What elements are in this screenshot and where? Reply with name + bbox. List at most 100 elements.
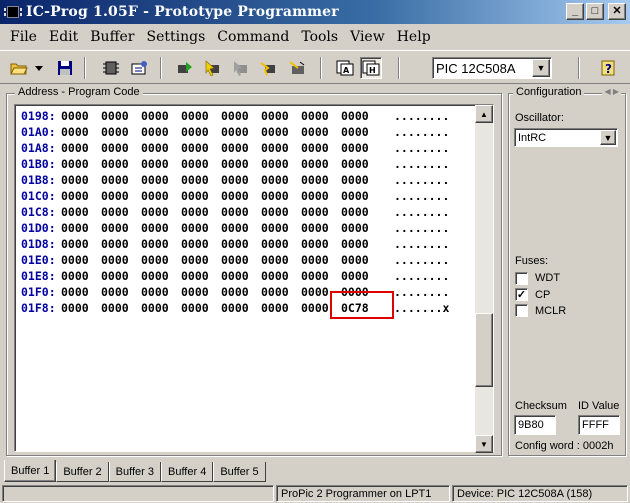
verify-device-icon[interactable] — [258, 57, 280, 79]
hex-word[interactable]: 0000 — [101, 268, 141, 284]
hex-word[interactable]: 0000 — [101, 284, 141, 300]
hex-word[interactable]: 0000 — [61, 108, 101, 124]
tab-buffer-1[interactable]: Buffer 1 — [4, 460, 57, 482]
minimize-button[interactable]: _ — [566, 3, 584, 20]
hex-word[interactable]: 0000 — [261, 140, 301, 156]
id-value-field[interactable]: FFFF — [578, 415, 620, 435]
menu-help[interactable]: Help — [391, 29, 437, 45]
hex-word[interactable]: 0000 — [61, 252, 101, 268]
hex-word[interactable]: 0000 — [301, 268, 341, 284]
menu-view[interactable]: View — [344, 29, 391, 45]
hex-word[interactable]: 0000 — [341, 268, 381, 284]
hex-word[interactable]: 0000 — [301, 156, 341, 172]
hex-word[interactable]: 0000 — [141, 252, 181, 268]
hex-word[interactable]: 0000 — [221, 268, 261, 284]
hex-word[interactable]: 0000 — [141, 172, 181, 188]
hex-word[interactable]: 0000 — [261, 300, 301, 316]
maximize-button[interactable]: □ — [586, 3, 604, 20]
hex-word[interactable]: 0000 — [61, 156, 101, 172]
hex-word[interactable]: 0000 — [61, 124, 101, 140]
hex-row[interactable]: 01A8: 0000 0000 0000 0000 0000 0000 0000 0000...… — [21, 140, 449, 156]
menu-file[interactable]: File — [4, 29, 43, 45]
hex-word[interactable]: 0000 — [341, 236, 381, 252]
tab-buffer-3[interactable]: Buffer 3 — [108, 462, 161, 482]
hex-word[interactable]: 0000 — [181, 108, 221, 124]
tab-buffer-4[interactable]: Buffer 4 — [160, 462, 214, 482]
device-select[interactable]: PIC 12C508A ▼ — [432, 57, 552, 79]
chip-config-icon[interactable] — [128, 57, 150, 79]
hex-word[interactable]: 0000 — [341, 140, 381, 156]
close-button[interactable]: ✕ — [608, 3, 626, 20]
hex-word[interactable]: 0000 — [141, 124, 181, 140]
hex-word[interactable]: 0000 — [341, 172, 381, 188]
cp-checkbox[interactable]: ✓ — [515, 288, 528, 301]
hex-word[interactable]: 0000 — [341, 188, 381, 204]
hex-word[interactable]: 0000 — [181, 300, 221, 316]
hex-word[interactable]: 0000 — [141, 300, 181, 316]
hex-word[interactable]: 0000 — [101, 156, 141, 172]
hex-word[interactable]: 0000 — [221, 220, 261, 236]
hex-word[interactable]: 0000 — [221, 300, 261, 316]
hex-row[interactable]: 01B8: 0000 0000 0000 0000 0000 0000 0000 0000...… — [21, 172, 449, 188]
help-icon[interactable]: ? — [598, 57, 620, 79]
hex-word[interactable]: 0000 — [341, 204, 381, 220]
oscillator-select[interactable]: IntRC ▼ — [514, 128, 618, 147]
hex-word[interactable]: 0000 — [101, 124, 141, 140]
hex-word[interactable]: 0000 — [61, 300, 101, 316]
hex-row[interactable]: 01D8: 0000 0000 0000 0000 0000 0000 0000 0000...… — [21, 236, 449, 252]
hex-word[interactable]: 0000 — [61, 220, 101, 236]
hex-word[interactable]: 0000 — [221, 252, 261, 268]
hex-word[interactable]: 0000 — [341, 252, 381, 268]
hex-word[interactable]: 0000 — [261, 156, 301, 172]
hex-word[interactable]: 0000 — [181, 236, 221, 252]
hex-word[interactable]: 0000 — [301, 140, 341, 156]
hex-row[interactable]: 01B0: 0000 0000 0000 0000 0000 0000 0000 0000...… — [21, 156, 449, 172]
hex-word[interactable]: 0000 — [181, 124, 221, 140]
hex-word[interactable]: 0000 — [181, 140, 221, 156]
hex-word[interactable]: 0000 — [301, 204, 341, 220]
hex-word[interactable]: 0000 — [261, 108, 301, 124]
hex-word[interactable]: 0000 — [261, 284, 301, 300]
hex-word[interactable]: 0000 — [101, 252, 141, 268]
scroll-thumb[interactable] — [475, 313, 493, 387]
chip-read-icon[interactable] — [100, 57, 122, 79]
hex-word[interactable]: 0000 — [261, 236, 301, 252]
hex-word[interactable]: 0000 — [61, 140, 101, 156]
hex-word[interactable]: 0000 — [141, 156, 181, 172]
read-device-icon[interactable] — [174, 57, 196, 79]
hex-word[interactable]: 0000 — [341, 156, 381, 172]
hex-word[interactable]: 0000 — [141, 220, 181, 236]
hex-word[interactable]: 0000 — [181, 172, 221, 188]
hex-word[interactable]: 0000 — [61, 268, 101, 284]
hex-word[interactable]: 0000 — [261, 204, 301, 220]
hex-dump[interactable]: 0198: 0000 0000 0000 0000 0000 0000 0000 0000...… — [21, 108, 449, 316]
hex-word[interactable]: 0000 — [141, 188, 181, 204]
hex-word[interactable]: 0000 — [301, 172, 341, 188]
hex-word[interactable]: 0000 — [261, 252, 301, 268]
hex-word[interactable]: 0000 — [101, 108, 141, 124]
erase-device-icon[interactable] — [230, 57, 252, 79]
hex-row[interactable]: 01E0: 0000 0000 0000 0000 0000 0000 0000 0000...… — [21, 252, 449, 268]
hex-word[interactable]: 0000 — [301, 124, 341, 140]
tab-buffer-2[interactable]: Buffer 2 — [56, 462, 109, 482]
hex-word[interactable]: 0000 — [221, 124, 261, 140]
dropdown-arrow-icon[interactable] — [32, 57, 46, 79]
hex-word[interactable]: 0000 — [221, 284, 261, 300]
hex-word[interactable]: 0000 — [301, 236, 341, 252]
hex-word[interactable]: 0000 — [141, 284, 181, 300]
hex-word[interactable]: 0000 — [221, 204, 261, 220]
hex-word[interactable]: 0000 — [61, 172, 101, 188]
hex-word[interactable]: 0000 — [261, 268, 301, 284]
hex-word[interactable]: 0000 — [221, 140, 261, 156]
hex-word[interactable]: 0000 — [101, 140, 141, 156]
hex-word[interactable]: 0000 — [181, 188, 221, 204]
hex-word[interactable]: 0000 — [301, 252, 341, 268]
scroll-up-icon[interactable]: ▲ — [475, 105, 493, 123]
hex-editor[interactable]: 0198: 0000 0000 0000 0000 0000 0000 0000 0000...… — [14, 104, 494, 453]
blank-check-icon[interactable] — [286, 57, 308, 79]
hex-word[interactable]: 0000 — [181, 268, 221, 284]
hex-word[interactable]: 0000 — [261, 172, 301, 188]
hex-word[interactable]: 0000 — [141, 108, 181, 124]
vertical-scrollbar[interactable]: ▲ ▼ — [475, 105, 493, 453]
hex-row[interactable]: 01E8: 0000 0000 0000 0000 0000 0000 0000 0000...… — [21, 268, 449, 284]
